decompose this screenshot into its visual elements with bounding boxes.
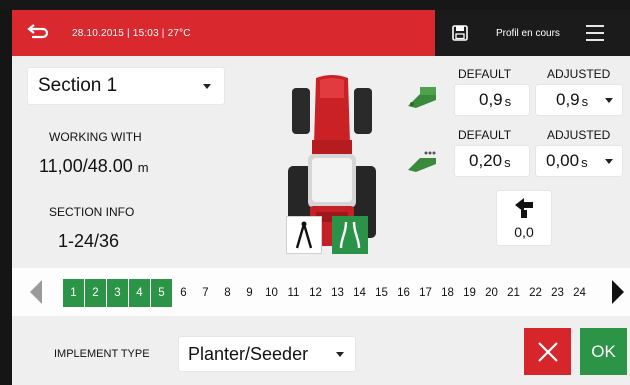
planter-delay-on-icon	[408, 87, 436, 108]
implement-type-label: IMPLEMENT TYPE	[54, 348, 150, 360]
double-mode-button[interactable]	[332, 216, 368, 254]
back-button[interactable]	[24, 21, 52, 45]
chevron-down-icon	[336, 352, 344, 357]
default-header-1: DEFAULT	[458, 67, 512, 81]
cancel-button[interactable]	[524, 328, 571, 375]
implement-type-dropdown[interactable]: Planter/Seeder	[179, 337, 355, 371]
section-cell[interactable]: 15	[371, 279, 392, 307]
offset-value: 0,0	[514, 224, 534, 240]
chevron-down-icon	[605, 159, 613, 164]
profile-bar: Profil en cours	[435, 10, 630, 56]
hamburger-menu-icon[interactable]	[585, 25, 604, 41]
section-dropdown-value: Section 1	[38, 75, 118, 96]
section-cell[interactable]: 11	[283, 279, 304, 307]
section-cell[interactable]: 18	[437, 279, 458, 307]
working-with-label: WORKING WITH	[49, 130, 142, 144]
section-cell[interactable]: 14	[349, 279, 370, 307]
adjusted-delay-off-unit: s	[581, 155, 588, 170]
main-panel: Section 1 WORKING WITH 11,00/48.00 m SEC…	[12, 56, 630, 385]
section-info-label: SECTION INFO	[49, 205, 135, 219]
ok-button[interactable]: OK	[580, 328, 627, 375]
section-cell[interactable]: 2	[85, 279, 106, 307]
section-cell[interactable]: 19	[459, 279, 480, 307]
default-delay-on-value: 0,9 s	[455, 85, 529, 115]
default-delay-on-number: 0,9	[479, 90, 503, 109]
working-width-unit: m	[137, 160, 149, 175]
section-cell[interactable]: 4	[129, 279, 150, 307]
default-delay-off-number: 0,20	[469, 151, 503, 170]
adjusted-delay-off-number: 0,00	[546, 151, 580, 170]
default-delay-on-unit: s	[504, 94, 512, 109]
section-cell[interactable]: 16	[393, 279, 414, 307]
adjusted-delay-on-unit: s	[581, 94, 589, 109]
section-cell[interactable]: 20	[481, 279, 502, 307]
section-cells: 1 2 3 4 5 6 7 8 9 10 11 12 13 14 15 16 17 18 19 20 21 22 23 24	[63, 279, 591, 307]
status-datetime-temperature: 28.10.2015 | 15:03 | 27°C	[72, 27, 191, 39]
section-cell[interactable]: 23	[547, 279, 568, 307]
section-cell[interactable]: 3	[107, 279, 128, 307]
section-cell[interactable]: 7	[195, 279, 216, 307]
section-info-value: 1-24/36	[58, 231, 120, 251]
section-cell[interactable]: 21	[503, 279, 524, 307]
section-cell[interactable]: 8	[217, 279, 238, 307]
default-delay-off-value: 0,20 s	[455, 146, 529, 176]
section-cell[interactable]: 22	[525, 279, 546, 307]
section-cell[interactable]: 10	[261, 279, 282, 307]
save-button[interactable]	[450, 23, 470, 43]
adjusted-header-1: ADJUSTED	[547, 67, 611, 81]
default-header-2: DEFAULT	[458, 128, 512, 142]
adjusted-header-2: ADJUSTED	[547, 128, 611, 142]
close-icon	[537, 341, 558, 362]
chevron-down-icon	[203, 84, 211, 89]
chevron-down-icon	[605, 98, 613, 103]
offset-arrow-icon	[515, 198, 533, 218]
section-cell[interactable]: 13	[327, 279, 348, 307]
double-lane-mode-icon	[339, 221, 361, 249]
frame-top	[0, 0, 630, 10]
scroll-right-icon[interactable]	[612, 280, 624, 304]
working-width-value: 11,00/48.00 m	[39, 156, 149, 177]
ok-button-label: OK	[591, 341, 616, 361]
adjusted-delay-on-dropdown[interactable]: 0,9 s	[536, 85, 622, 115]
screen: 28.10.2015 | 15:03 | 27°C Profil en cour…	[0, 0, 630, 385]
top-bar: 28.10.2015 | 15:03 | 27°C Profil en cour…	[12, 10, 630, 56]
scroll-left-icon[interactable]	[30, 280, 42, 304]
working-width-number: 11,00/48.00	[39, 156, 133, 176]
single-mode-button[interactable]	[286, 216, 322, 254]
section-cell[interactable]: 1	[63, 279, 84, 307]
section-cell[interactable]: 17	[415, 279, 436, 307]
section-cell[interactable]: 12	[305, 279, 326, 307]
status-bar: 28.10.2015 | 15:03 | 27°C	[12, 10, 435, 56]
section-dropdown[interactable]: Section 1	[28, 68, 224, 104]
back-arrow-icon	[27, 24, 49, 39]
section-cell[interactable]: 5	[151, 279, 172, 307]
default-delay-off-unit: s	[504, 155, 511, 170]
implement-type-value: Planter/Seeder	[188, 343, 309, 364]
adjusted-delay-off-dropdown[interactable]: 0,00 s	[536, 146, 622, 176]
section-cell[interactable]: 9	[239, 279, 260, 307]
save-icon	[452, 25, 468, 41]
profile-label[interactable]: Profil en cours	[496, 28, 560, 39]
single-implement-mode-icon	[295, 221, 313, 249]
section-cell[interactable]: 24	[569, 279, 590, 307]
adjusted-delay-on-number: 0,9	[556, 90, 580, 109]
section-strip: 1 2 3 4 5 6 7 8 9 10 11 12 13 14 15 16 17 18 19 20 21 22 23 24	[12, 268, 630, 316]
offset-button[interactable]: 0,0	[497, 191, 551, 245]
section-cell[interactable]: 6	[173, 279, 194, 307]
planter-delay-off-icon	[408, 151, 436, 172]
